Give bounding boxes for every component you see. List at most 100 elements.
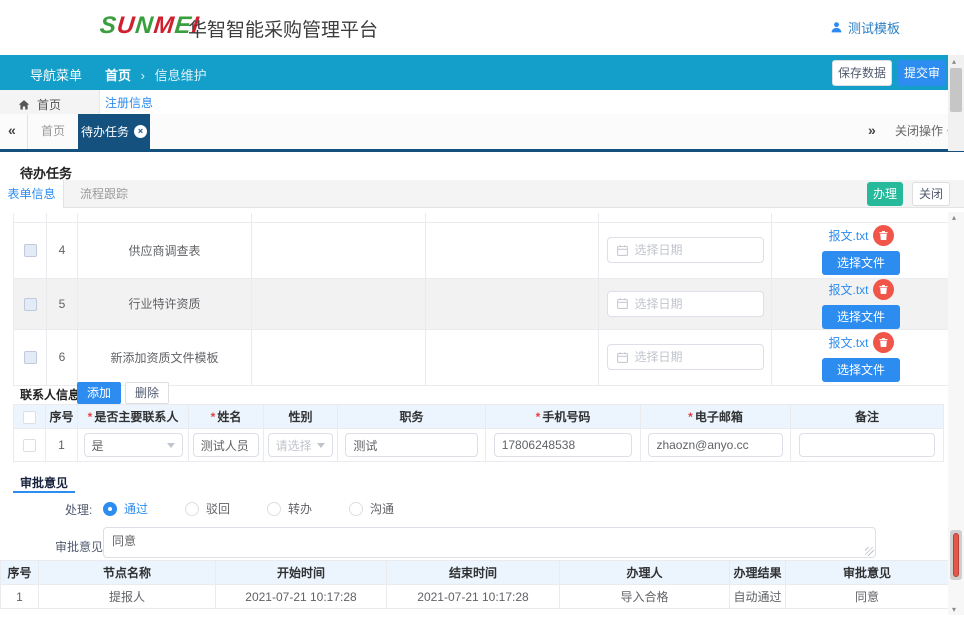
page-scrollbar[interactable] [948,55,964,151]
row-name: 供应商调查表 [78,222,252,278]
handle-button[interactable]: 办理 [867,182,903,206]
radio-icon [349,502,363,516]
tab-close-icon[interactable] [134,125,147,138]
scrollbar-thumb[interactable] [950,68,962,112]
file-link[interactable]: 报文.txt [828,227,868,244]
trash-icon [878,230,889,241]
row-seq: 6 [47,329,78,385]
resize-handle[interactable] [865,547,874,556]
scroll-down-icon[interactable] [952,605,956,614]
tab-home[interactable]: 首页 [28,114,78,149]
col-name: 姓名 [217,410,241,424]
sunmei-logo: SUNMEI [99,12,201,40]
contacts-header-row: 序号 *是否主要联系人 *姓名 性别 职务 *手机号码 *电子邮箱 备注 [14,405,944,429]
radio-icon [185,502,199,516]
scroll-up-icon[interactable] [952,213,956,222]
phone-input[interactable] [494,433,633,457]
panel-scrollbar[interactable] [948,212,964,615]
row-checkbox[interactable] [24,351,37,364]
chevron-down-icon [317,443,325,448]
opinion-textarea[interactable] [104,528,875,557]
nav-menu-toggle[interactable]: 导航菜单 [30,65,82,84]
col-phone: 手机号码 [542,410,590,424]
user-icon [830,21,843,34]
row-checkbox[interactable] [24,244,37,257]
home-icon [18,99,30,111]
delete-contact-button[interactable]: 删除 [125,382,169,404]
panel-tab-strip: 表单信息 流程跟踪 [0,180,964,208]
date-input[interactable] [635,243,755,257]
top-header: SUNMEI 华智智能采购管理平台 测试模板 [0,0,964,55]
scroll-up-icon[interactable] [952,57,956,66]
trash-icon [878,337,889,348]
radio-reject-label: 驳回 [206,500,230,517]
delete-file-button[interactable] [873,332,894,353]
radio-transfer[interactable]: 转办 [267,500,312,517]
scroll-tabs-left-button[interactable] [0,114,28,149]
primary-contact-select[interactable]: 是 [84,433,183,457]
chevron-down-icon [167,443,175,448]
remark-input[interactable] [799,433,936,457]
save-data-button[interactable]: 保存数据 [832,60,892,86]
table-row: 4 供应商调查表 报文.txt 选择文件 [14,222,951,278]
inner-scrollbar-thumb[interactable] [953,533,959,577]
add-contact-button[interactable]: 添加 [77,382,121,404]
delete-file-button[interactable] [873,279,894,300]
col-handler: 办理人 [560,561,730,585]
close-operations-dropdown[interactable]: 关闭操作 [895,114,952,149]
row-checkbox[interactable] [24,298,37,311]
job-input[interactable] [345,433,477,457]
history-start: 2021-07-21 10:17:28 [216,585,387,609]
date-input[interactable] [635,297,755,311]
contacts-header: 联系人信息 添加 删除 [13,382,943,404]
date-picker[interactable] [607,344,764,370]
select-all-checkbox[interactable] [23,411,36,424]
scroll-tabs-right-button[interactable] [860,114,888,149]
radio-pass-label: 通过 [124,500,148,517]
col-seq: 序号 [1,561,39,585]
history-header-row: 序号 节点名称 开始时间 结束时间 办理人 办理结果 审批意见 [1,561,949,585]
row-checkbox[interactable] [23,439,36,452]
history-result: 自动通过 [730,585,786,609]
user-menu[interactable]: 测试模板 [830,18,900,37]
close-panel-button[interactable]: 关闭 [912,182,950,206]
email-input[interactable] [648,433,782,457]
required-marker: * [536,410,541,424]
date-picker[interactable] [607,237,764,263]
register-info-link[interactable]: 注册信息 [105,94,153,111]
date-input[interactable] [635,350,755,364]
file-link[interactable]: 报文.txt [828,281,868,298]
history-handler: 导入合格 [560,585,730,609]
date-picker[interactable] [607,291,764,317]
breadcrumb: 首页 › 信息维护 [105,65,207,84]
contact-name-input[interactable] [193,433,260,457]
submit-review-button[interactable]: 提交审核 [898,60,946,86]
breadcrumb-home[interactable]: 首页 [105,68,131,83]
app-window: SUNMEI 华智智能采购管理平台 测试模板 导航菜单 首页 › 信息维护 保存… [0,0,964,627]
col-email: 电子邮箱 [695,410,743,424]
required-marker: * [211,410,216,424]
choose-file-button[interactable]: 选择文件 [822,251,900,275]
history-node: 提报人 [39,585,216,609]
page-subrow: 首页 注册信息 [0,90,964,114]
tab-strip: 首页 待办任务 关闭操作 [0,114,964,152]
tab-flow-track[interactable]: 流程跟踪 [64,180,144,208]
sidebar-home-label: 首页 [37,96,61,113]
user-name: 测试模板 [848,18,900,37]
radio-reject[interactable]: 驳回 [185,500,230,517]
table-row: 5 行业特许资质 报文.txt 选择文件 [14,278,951,329]
required-marker: * [88,410,93,424]
choose-file-button[interactable]: 选择文件 [822,358,900,382]
delete-file-button[interactable] [873,225,894,246]
calendar-icon [616,297,629,310]
gender-select[interactable]: 请选择 [268,433,334,457]
choose-file-button[interactable]: 选择文件 [822,305,900,329]
sidebar-item-home[interactable]: 首页 [18,96,61,113]
scrollbar-thumb[interactable] [950,530,962,580]
tab-todo-tasks[interactable]: 待办任务 [78,114,150,149]
tab-form-info[interactable]: 表单信息 [0,180,64,208]
file-link[interactable]: 报文.txt [828,334,868,351]
radio-pass[interactable]: 通过 [103,500,148,517]
row-name: 新添加资质文件模板 [78,329,252,385]
radio-communicate[interactable]: 沟通 [349,500,394,517]
